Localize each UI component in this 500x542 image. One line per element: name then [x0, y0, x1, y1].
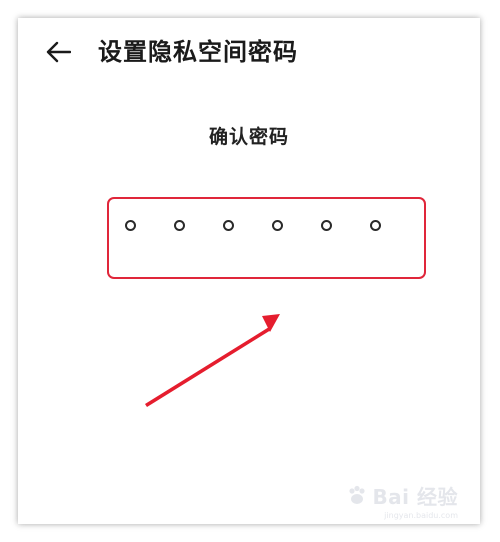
watermark-logo-text: Bai 经验: [372, 485, 458, 509]
watermark-site: jingyan.baidu.com: [384, 511, 458, 520]
pin-dot: [272, 220, 283, 231]
paw-logo-icon: [349, 485, 366, 504]
page-title: 设置隐私空间密码: [98, 38, 298, 66]
arrow-head: [262, 314, 280, 332]
app-screen: 设置隐私空间密码 确认密码 Bai 经验 jingyan.baidu.com: [18, 18, 480, 524]
back-button[interactable]: [40, 34, 76, 70]
pin-dot: [370, 220, 381, 231]
arrow-left-icon: [46, 41, 71, 63]
baidu-jingyan-watermark: Bai 经验 jingyan.baidu.com: [346, 481, 458, 520]
pin-dot: [321, 220, 332, 231]
pin-input[interactable]: [107, 197, 426, 279]
arrow-shaft: [145, 327, 271, 407]
pin-dot: [223, 220, 234, 231]
pin-dot: [174, 220, 185, 231]
pin-dot: [125, 220, 136, 231]
confirm-password-label: 确认密码: [208, 126, 289, 148]
